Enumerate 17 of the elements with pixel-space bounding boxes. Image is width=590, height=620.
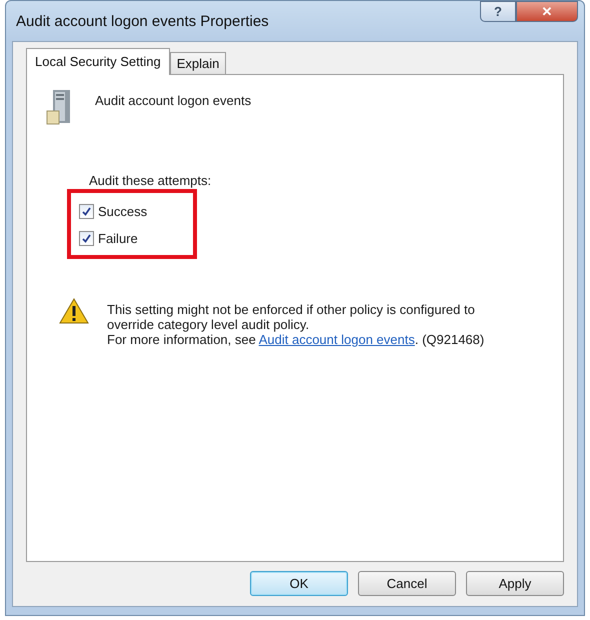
warning-message: This setting might not be enforced if other policy is configured to override category level audit policy. For more information, see Audit account logon events. (Q921468)	[107, 302, 486, 347]
help-button[interactable]: ?	[480, 1, 516, 22]
window-title: Audit account logon events Properties	[16, 13, 269, 30]
tab[interactable]: Explain	[170, 52, 226, 74]
warning-icon	[59, 298, 89, 324]
ok-button[interactable]: OK	[250, 571, 348, 596]
policy-name: Audit account logon events	[95, 93, 252, 108]
apply-button[interactable]: Apply	[466, 571, 564, 596]
group-label: Audit these attempts:	[89, 173, 212, 188]
policy-link[interactable]: Audit account logon events	[258, 332, 415, 347]
tab[interactable]: Local Security Setting	[26, 48, 170, 75]
checkbox-label: Success	[98, 204, 148, 219]
cancel-button[interactable]: Cancel	[358, 571, 456, 596]
checkbox-label: Failure	[98, 231, 138, 246]
server-icon	[45, 89, 73, 125]
checkbox[interactable]	[79, 231, 94, 246]
checkbox[interactable]	[79, 204, 94, 219]
